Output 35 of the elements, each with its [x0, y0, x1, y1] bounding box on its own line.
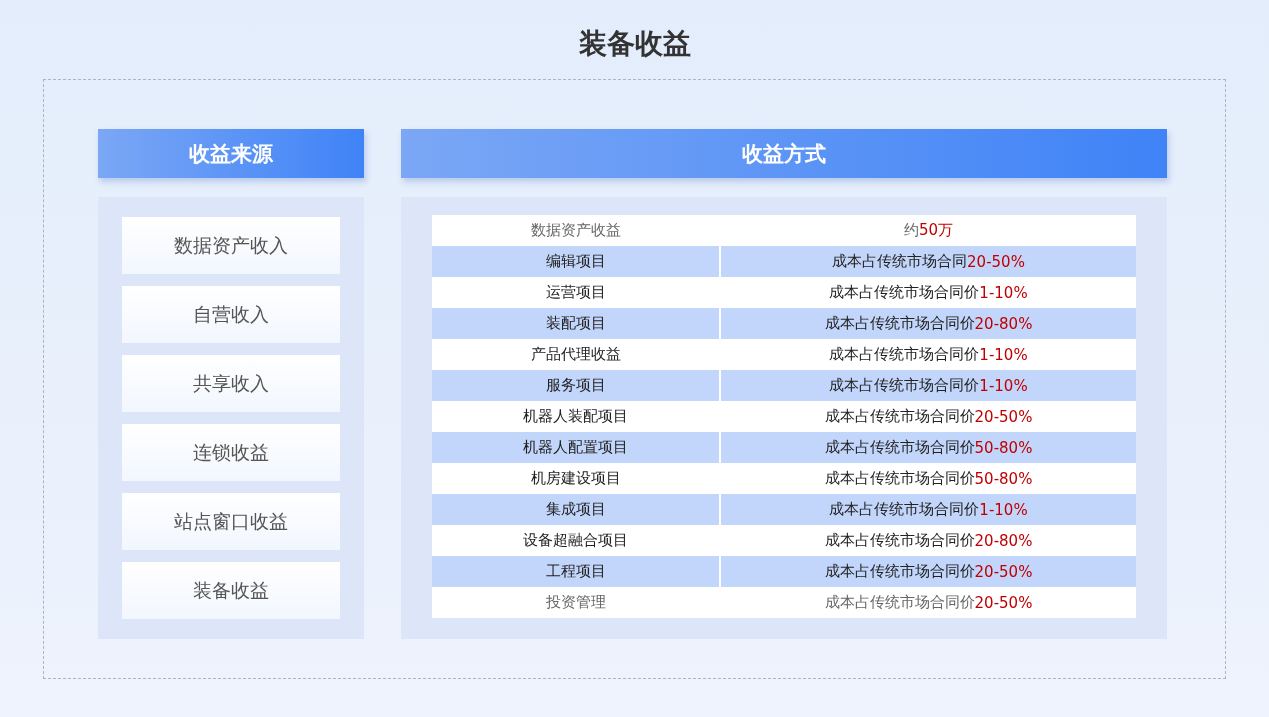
page-title: 装备收益 — [578, 26, 691, 62]
table-cell-text: 约50万 — [902, 220, 955, 241]
source-card: 共享收入 — [122, 355, 340, 412]
table-cell: 成本占传统市场合同价1-10% — [721, 370, 1136, 401]
table-cell-text: 成本占传统市场合同价20-50% — [823, 592, 1034, 614]
table-cell: 机器人配置项目 — [432, 432, 719, 463]
table-cell-text: 机房建设项目 — [529, 468, 622, 489]
table-cell: 工程项目 — [432, 556, 719, 587]
column-header: 收益来源 — [98, 129, 364, 178]
source-card: 数据资产收入 — [122, 217, 340, 274]
table-cell: 成本占传统市场合同20-50% — [721, 246, 1136, 277]
source-card: 装备收益 — [122, 562, 340, 619]
source-card: 自营收入 — [122, 286, 340, 343]
table-cell-text: 产品代理收益 — [529, 344, 622, 365]
table-cell: 集成项目 — [432, 494, 719, 525]
table-cell-text: 机器人装配项目 — [522, 406, 629, 427]
table-cell-text: 成本占传统市场合同价50-80% — [823, 468, 1034, 490]
table-cell-text: 成本占传统市场合同价1-10% — [828, 282, 1029, 304]
table-cell-text: 数据资产收益 — [529, 220, 622, 241]
table-cell-text: 成本占传统市场合同价1-10% — [828, 344, 1029, 366]
column-header: 收益方式 — [401, 129, 1167, 178]
table-cell-text: 投资管理 — [544, 592, 607, 613]
table-cell: 成本占传统市场合同价20-50% — [721, 556, 1136, 587]
table-cell: 成本占传统市场合同价20-80% — [721, 308, 1136, 339]
table-cell-text: 运营项目 — [544, 282, 607, 303]
table-cell-text: 设备超融合项目 — [522, 530, 629, 551]
table-cell: 编辑项目 — [432, 246, 719, 277]
source-card: 站点窗口收益 — [122, 493, 340, 550]
table-cell-text: 成本占传统市场合同价20-80% — [823, 530, 1034, 552]
table-cell: 成本占传统市场合同价1-10% — [721, 494, 1136, 525]
source-card: 连锁收益 — [122, 424, 340, 481]
table-cell: 装配项目 — [432, 308, 719, 339]
table-cell-text: 成本占传统市场合同价20-50% — [823, 406, 1034, 428]
table-cell: 服务项目 — [432, 370, 719, 401]
table-cell: 成本占传统市场合同价50-80% — [721, 432, 1136, 463]
